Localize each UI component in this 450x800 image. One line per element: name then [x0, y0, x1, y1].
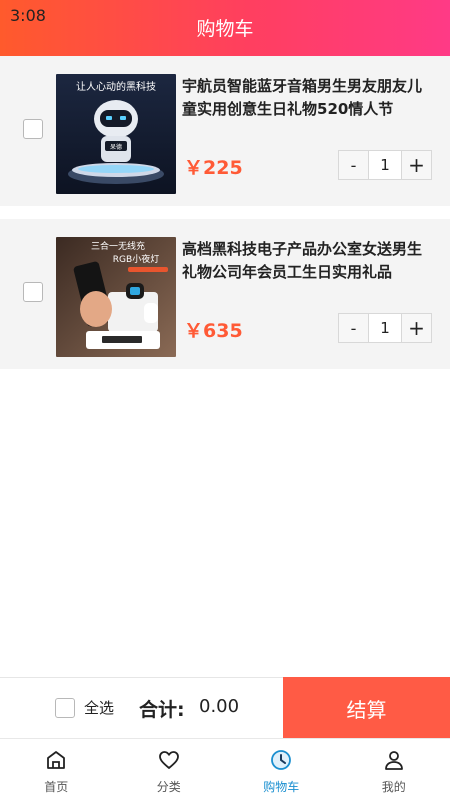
tab-label: 我的 [381, 780, 406, 794]
decrease-button[interactable]: - [339, 151, 369, 179]
product-image[interactable]: 让人心动的黑科技 呆德 [56, 74, 176, 194]
tab-label: 购物车 [263, 780, 300, 794]
image-caption: 三合一无线充 [91, 240, 145, 252]
select-all-checkbox[interactable] [55, 698, 75, 718]
cart-item: 三合一无线充 RGB小夜灯 高档黑科技电子产品办公室女送男生礼物公司年会员工生日… [0, 219, 450, 369]
tab-category[interactable]: 分类 [113, 739, 226, 800]
decrease-button[interactable]: - [339, 314, 369, 342]
product-title[interactable]: 高档黑科技电子产品办公室女送男生礼物公司年会员工生日实用礼品 [182, 238, 432, 284]
header: 3:08 购物车 [0, 0, 450, 56]
page-title: 购物车 [196, 18, 254, 40]
tab-cart[interactable]: 购物车 [225, 739, 338, 800]
user-icon [384, 751, 403, 770]
wireless-charger-image: 三合一无线充 RGB小夜灯 [56, 237, 176, 357]
select-all-label[interactable]: 全选 [84, 697, 114, 718]
quantity-value[interactable]: 1 [369, 314, 401, 342]
item-checkbox[interactable] [23, 282, 43, 302]
increase-button[interactable]: + [401, 151, 431, 179]
image-caption: 让人心动的黑科技 [76, 80, 156, 93]
quantity-value[interactable]: 1 [369, 151, 401, 179]
product-title[interactable]: 宇航员智能蓝牙音箱男生男友朋友儿童实用创意生日礼物520情人节 [182, 75, 432, 121]
quantity-stepper: - 1 + [338, 150, 432, 180]
tab-label: 分类 [156, 780, 181, 794]
tab-profile[interactable]: 我的 [338, 739, 450, 800]
quantity-stepper: - 1 + [338, 313, 432, 343]
cart-item: 让人心动的黑科技 呆德 宇航员智能蓝牙音箱男生男友朋友儿童实用创意生日礼物520… [0, 56, 450, 206]
tab-label: 首页 [44, 780, 69, 794]
cart-list: 让人心动的黑科技 呆德 宇航员智能蓝牙音箱男生男友朋友儿童实用创意生日礼物520… [0, 56, 450, 369]
tab-home[interactable]: 首页 [0, 739, 113, 800]
item-checkbox[interactable] [23, 119, 43, 139]
bottom-tab-bar: 首页 分类 购物车 我的 [0, 738, 450, 800]
total-label: 合计: [139, 699, 185, 721]
image-screen-text: 呆德 [110, 143, 122, 151]
product-price: ￥225 [184, 157, 243, 179]
checkout-bar: 全选 合计: 0.00 结算 [0, 677, 450, 739]
product-image[interactable]: 三合一无线充 RGB小夜灯 [56, 237, 176, 357]
increase-button[interactable]: + [401, 314, 431, 342]
checkout-button[interactable]: 结算 [283, 677, 450, 739]
product-price: ￥635 [184, 320, 243, 342]
astronaut-speaker-image: 让人心动的黑科技 呆德 [56, 74, 176, 194]
heart-icon [158, 751, 179, 769]
image-caption-2: RGB小夜灯 [113, 253, 159, 265]
cart-clock-icon [271, 750, 292, 770]
total-value: 0.00 [199, 696, 240, 717]
home-icon [47, 751, 66, 769]
